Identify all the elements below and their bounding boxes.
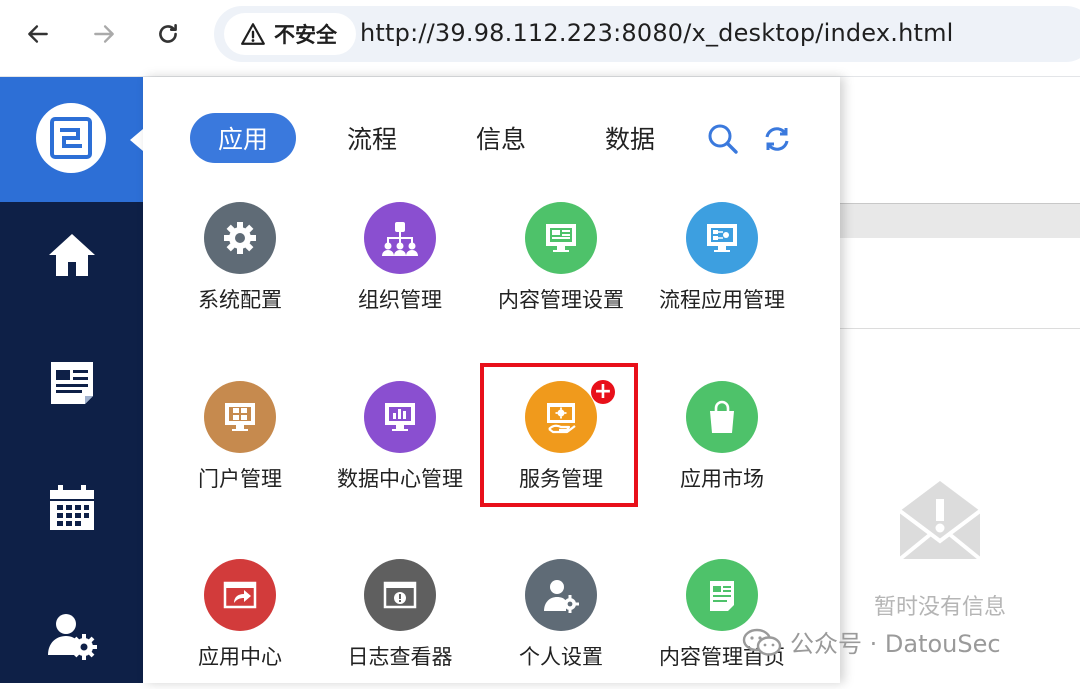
app-label: 数据中心管理 (337, 467, 463, 491)
app-label: 内容管理设置 (498, 288, 624, 312)
app-label: 日志查看器 (347, 645, 453, 669)
news-icon (51, 362, 93, 404)
refresh-icon (765, 127, 789, 151)
forward-button[interactable] (84, 14, 124, 54)
empty-state-text: 暂时没有信息 (873, 595, 1006, 620)
watermark-text: 公众号 · DatouSec (790, 630, 1001, 658)
app-flow-management[interactable]: 流程应用管理 (642, 202, 802, 332)
wechat-icon (742, 628, 782, 656)
security-chip[interactable]: 不安全 (224, 13, 356, 55)
org-chart-icon (364, 202, 436, 274)
sidebar-item-user-settings[interactable] (44, 607, 100, 663)
monitor-flow-icon (686, 202, 758, 274)
app-content-settings[interactable]: 内容管理设置 (481, 202, 641, 332)
reload-button[interactable] (148, 14, 188, 54)
app-datacenter-management[interactable]: 数据中心管理 (320, 381, 480, 511)
app-app-market[interactable]: 应用市场 (642, 381, 802, 511)
app-label: 系统配置 (198, 288, 282, 312)
app-logo[interactable] (36, 103, 106, 173)
app-app-center[interactable]: 应用中心 (160, 559, 320, 689)
url-text[interactable]: http://39.98.112.223:8080/x_desktop/inde… (360, 19, 954, 47)
window-share-icon (204, 559, 276, 631)
header-strip (840, 203, 1080, 238)
forward-arrow-icon (94, 25, 114, 43)
search-icon (708, 124, 738, 154)
desktop-background: 暂时没有信息 (840, 77, 1080, 683)
monitor-content-icon (525, 202, 597, 274)
o2oa-logo-icon (50, 117, 92, 159)
monitor-chart-icon (364, 381, 436, 453)
app-label: 个人设置 (519, 645, 603, 669)
envelope-alert-icon (898, 481, 982, 561)
reload-icon (159, 24, 177, 43)
window-alert-icon (364, 559, 436, 631)
new-badge: + (591, 380, 615, 404)
app-label: 应用中心 (198, 645, 282, 669)
back-arrow-icon (28, 25, 48, 43)
calendar-icon (50, 485, 94, 530)
gear-icon (204, 202, 276, 274)
sidebar-item-calendar[interactable] (44, 480, 100, 536)
active-indicator (130, 129, 143, 151)
tab-data[interactable]: 数据 (577, 113, 683, 163)
refresh-button[interactable] (759, 121, 795, 157)
app-portal-management[interactable]: 门户管理 (160, 381, 320, 511)
tab-info[interactable]: 信息 (448, 113, 554, 163)
monitor-grid-icon (204, 381, 276, 453)
logo-block[interactable] (0, 77, 143, 202)
highlight-box (480, 363, 638, 507)
warning-icon (241, 23, 265, 45)
app-label: 应用市场 (680, 467, 764, 491)
search-button[interactable] (705, 121, 741, 157)
app-personal-settings[interactable]: 个人设置 (481, 559, 641, 689)
app-log-viewer[interactable]: 日志查看器 (320, 559, 480, 689)
app-label: 流程应用管理 (659, 288, 785, 312)
sidebar-item-home[interactable] (44, 227, 100, 283)
address-bar[interactable]: 不安全 http://39.98.112.223:8080/x_desktop/… (214, 6, 1080, 62)
security-label: 不安全 (274, 23, 337, 47)
app-org-management[interactable]: 组织管理 (320, 202, 480, 332)
tab-apps[interactable]: 应用 (190, 113, 296, 163)
browser-toolbar: 不安全 http://39.98.112.223:8080/x_desktop/… (0, 0, 1080, 77)
app-label: 门户管理 (198, 467, 282, 491)
app-label: 组织管理 (358, 288, 442, 312)
app-system-config[interactable]: 系统配置 (160, 202, 320, 332)
watermark: 公众号 · DatouSec (742, 624, 1001, 659)
app-launcher-panel: 应用 流程 信息 数据 系统配置 组织管理 内容管理设置 流程应用管理 门户管理… (143, 77, 840, 683)
back-button[interactable] (18, 14, 58, 54)
sidebar (0, 77, 143, 683)
user-gear-icon (525, 559, 597, 631)
user-settings-icon (48, 614, 97, 660)
shopping-bag-icon (686, 381, 758, 453)
home-icon (49, 234, 95, 276)
sidebar-item-news[interactable] (44, 355, 100, 411)
news-icon (686, 559, 758, 631)
tab-process[interactable]: 流程 (319, 113, 425, 163)
divider (840, 328, 1080, 329)
